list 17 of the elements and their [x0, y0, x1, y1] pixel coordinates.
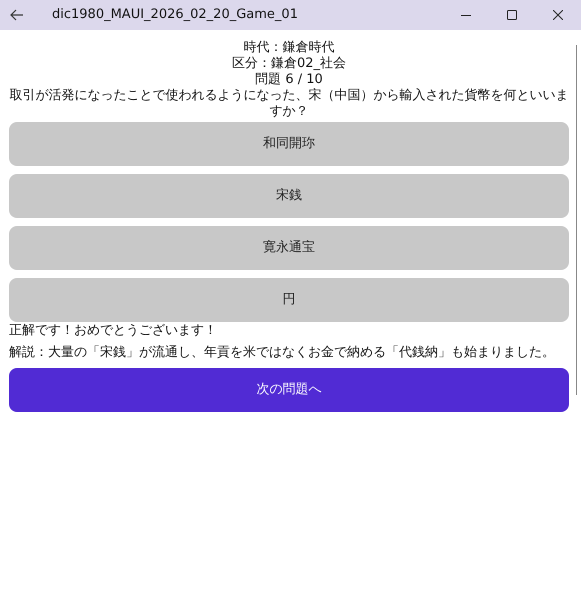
result-message: 正解です！おめでとうございます！ — [9, 323, 217, 339]
header-line: 区分：鎌倉02_社会 — [232, 56, 346, 72]
explanation-text: 解説：大量の「宋銭」が流通し、年貢を米ではなくお金で納める「代銭納」も始まりました。 — [9, 345, 555, 361]
answer-choice-button[interactable]: 和同開珎 — [9, 122, 569, 166]
scrollbar-track[interactable] — [576, 45, 577, 395]
next-question-button[interactable]: 次の問題へ — [9, 368, 569, 412]
window-title: dic1980_MAUI_2026_02_20_Game_01 — [52, 6, 298, 24]
back-arrow-icon — [10, 9, 24, 21]
header-line: 問題 6 / 10 — [255, 72, 323, 88]
answer-choice-button[interactable]: 寛永通宝 — [9, 226, 569, 270]
answer-choice-button[interactable]: 円 — [9, 278, 569, 322]
maximize-icon — [507, 10, 517, 20]
header-line: 時代：鎌倉時代 — [244, 40, 334, 56]
question-text: 取引が活発になったことで使われるようになった、宋（中国）から輸入された貨幣を何といいますか？ — [9, 88, 569, 120]
minimize-icon — [461, 14, 471, 16]
answer-choice-button[interactable]: 宋銭 — [9, 174, 569, 218]
close-icon — [553, 10, 563, 20]
